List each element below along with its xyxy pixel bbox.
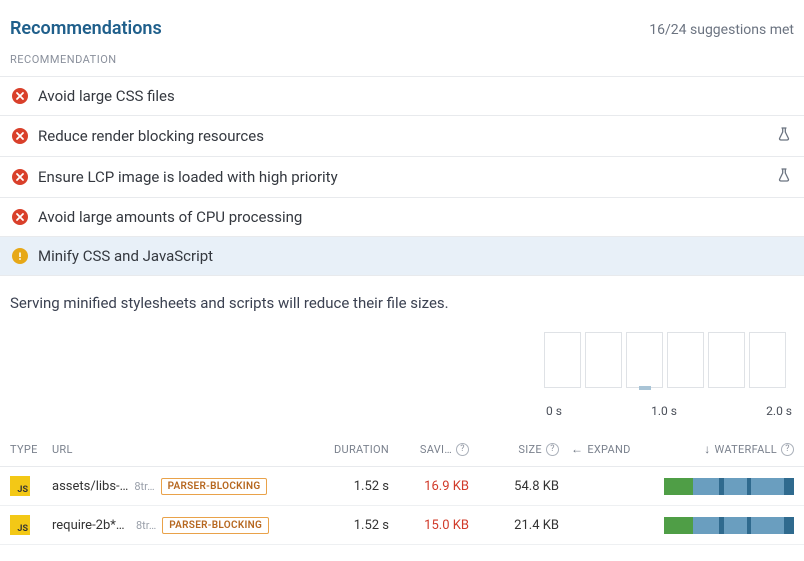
filmstrip-frame[interactable] (667, 332, 704, 388)
axis-tick: 0 s (546, 404, 562, 418)
help-icon[interactable]: ? (781, 443, 794, 456)
resource-host: 8tr… (134, 480, 154, 493)
recommendation-text: Minify CSS and JavaScript (38, 247, 792, 265)
recommendation-row[interactable]: Reduce render blocking resources (0, 116, 804, 157)
filmstrip (544, 332, 794, 388)
waterfall-cell[interactable] (639, 478, 794, 495)
help-icon[interactable]: ? (546, 443, 559, 456)
parser-blocking-badge: PARSER-BLOCKING (162, 517, 269, 534)
arrow-down-icon: ↓ (704, 442, 710, 456)
col-url[interactable]: URL (52, 443, 309, 456)
panel-title: Recommendations (10, 18, 162, 39)
col-expand[interactable]: ← EXPAND (559, 442, 639, 456)
fail-icon (12, 209, 28, 225)
recommendation-description: Serving minified stylesheets and scripts… (0, 276, 804, 332)
resource-host: 8tr… (136, 519, 156, 532)
axis-tick: 2.0 s (766, 404, 792, 418)
waterfall-bar (664, 517, 794, 534)
col-size[interactable]: SIZE ? (469, 443, 559, 456)
suggestions-summary: 16/24 suggestions met (649, 22, 794, 38)
table-header: TYPE URL DURATION SAVI… ? SIZE ? ← EXPAN… (0, 432, 804, 467)
duration-cell: 1.52 s (309, 479, 389, 494)
waterfall-bar (664, 478, 794, 495)
fail-icon (12, 169, 28, 185)
resource-table: JS assets/libs-… 8tr… PARSER-BLOCKING 1.52 s… (0, 467, 804, 545)
panel-header: Recommendations 16/24 suggestions met (0, 0, 804, 45)
filmstrip-area: 0 s 1.0 s 2.0 s (0, 332, 804, 432)
axis-tick: 1.0 s (651, 404, 677, 418)
url-cell: require-2b**… 8tr… PARSER-BLOCKING (52, 517, 309, 534)
url-cell: assets/libs-… 8tr… PARSER-BLOCKING (52, 478, 309, 495)
recommendation-text: Avoid large CSS files (38, 87, 792, 105)
help-icon[interactable]: ? (456, 443, 469, 456)
filmstrip-frame[interactable] (585, 332, 622, 388)
recommendation-text: Ensure LCP image is loaded with high pri… (38, 168, 766, 186)
size-cell: 54.8 KB (469, 479, 559, 494)
waterfall-cell[interactable] (639, 517, 794, 534)
js-badge-icon: JS (10, 515, 30, 535)
fail-icon (12, 128, 28, 144)
col-duration[interactable]: DURATION (309, 443, 389, 456)
recommendation-row[interactable]: Ensure LCP image is loaded with high pri… (0, 157, 804, 198)
flask-icon (776, 167, 792, 187)
filmstrip-frame[interactable] (544, 332, 581, 388)
recommendation-row[interactable]: Minify CSS and JavaScript (0, 237, 804, 276)
savings-cell: 16.9 KB (389, 479, 469, 494)
warn-icon (12, 248, 28, 264)
filmstrip-frame[interactable] (749, 332, 786, 388)
savings-cell: 15.0 KB (389, 518, 469, 533)
section-label: RECOMMENDATION (0, 45, 804, 77)
col-type[interactable]: TYPE (10, 443, 52, 456)
fail-icon (12, 88, 28, 104)
resource-url: require-2b**… (52, 518, 130, 533)
arrow-left-icon: ← (571, 442, 583, 456)
col-waterfall[interactable]: ↓ WATERFALL ? (639, 442, 794, 456)
resource-url: assets/libs-… (52, 479, 128, 494)
recommendation-text: Avoid large amounts of CPU processing (38, 208, 792, 226)
resource-row[interactable]: JS require-2b**… 8tr… PARSER-BLOCKING 1.52 s… (0, 506, 804, 545)
recommendation-row[interactable]: Avoid large CSS files (0, 77, 804, 116)
recommendation-row[interactable]: Avoid large amounts of CPU processing (0, 198, 804, 237)
recommendation-list: Avoid large CSS files Reduce render block… (0, 77, 804, 276)
filmstrip-frame[interactable] (626, 332, 663, 388)
recommendation-text: Reduce render blocking resources (38, 127, 766, 145)
duration-cell: 1.52 s (309, 518, 389, 533)
col-savings[interactable]: SAVI… ? (389, 443, 469, 456)
filmstrip-frame[interactable] (708, 332, 745, 388)
parser-blocking-badge: PARSER-BLOCKING (161, 478, 268, 495)
js-badge-icon: JS (10, 476, 30, 496)
size-cell: 21.4 KB (469, 518, 559, 533)
resource-row[interactable]: JS assets/libs-… 8tr… PARSER-BLOCKING 1.52 s… (0, 467, 804, 506)
time-axis: 0 s 1.0 s 2.0 s (544, 394, 794, 432)
flask-icon (776, 126, 792, 146)
